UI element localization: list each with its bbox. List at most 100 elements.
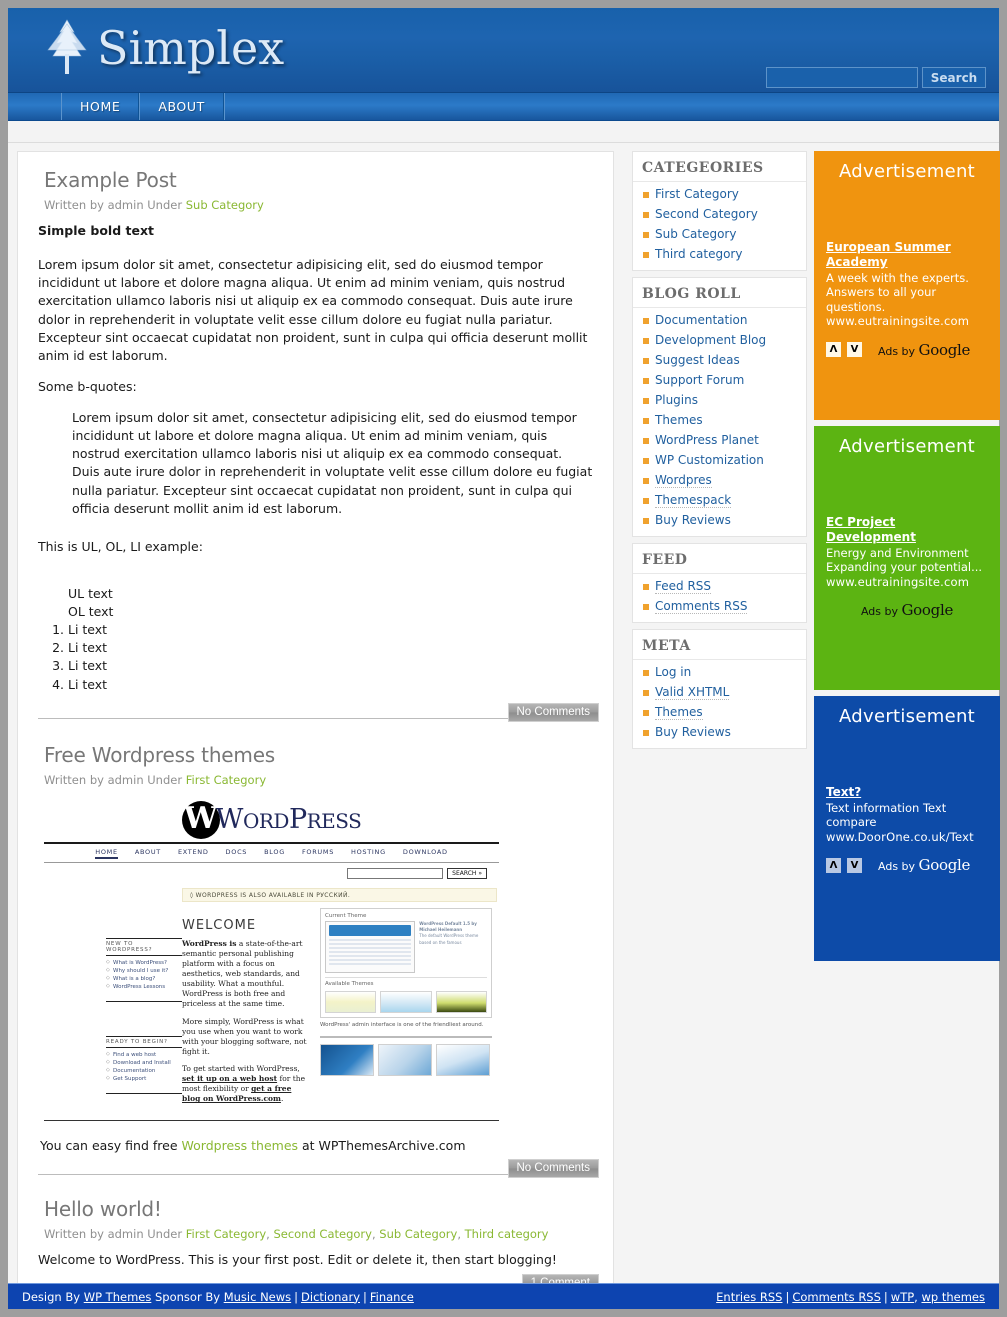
list-item[interactable]: First Category [633,184,806,204]
list-item[interactable]: Wordpres [633,470,806,490]
sidebar-link-support-forum[interactable]: Support Forum [655,373,744,387]
list-item: Get Support [106,1075,182,1083]
list-item[interactable]: Documentation [633,310,806,330]
footer-right: Entries RSS | Comments RSS | wTP, wp themes [716,1289,985,1304]
search-button[interactable]: Search [922,67,986,88]
wp-nav-forums: FORUMS [301,847,335,856]
list-item[interactable]: Development Blog [633,330,806,350]
wp-para3-link1: set it up on a web host [182,1074,278,1084]
list-item[interactable]: Sub Category [633,224,806,244]
arrow-up-icon[interactable]: Λ [826,857,841,873]
list-item[interactable]: Feed RSS [633,576,806,596]
wordpress-themes-link[interactable]: Wordpress themes [182,1138,299,1153]
list-item[interactable]: Valid XHTML [633,682,806,702]
list-item: Documentation [106,1067,182,1075]
arrow-down-icon[interactable]: V [847,857,862,873]
sidebar-link-sub-category[interactable]: Sub Category [655,227,736,241]
ad-title-link[interactable]: European Summer Academy [826,240,988,270]
sidebar-link-comments-rss[interactable]: Comments RSS [655,599,748,614]
list-item[interactable]: Buy Reviews [633,510,806,530]
post-footer: No Comments [38,1158,599,1178]
post-meta: Written by admin Under First Category, S… [44,1226,549,1241]
sidebar-link-feed-rss[interactable]: Feed RSS [655,579,712,594]
wp-nav-hosting: HOSTING [351,847,386,856]
sidebar-link-wordpress-planet[interactable]: WordPress Planet [655,433,759,447]
ad-title-link[interactable]: EC Project Development [826,515,988,545]
list-item[interactable]: Themespack [633,490,806,510]
post-blockquote-text: Lorem ipsum dolor sit amet, consectetur … [72,410,593,516]
site-footer: Design By WP Themes Sponsor By Music New… [8,1283,999,1309]
sidebar-link-documentation[interactable]: Documentation [655,313,748,327]
list-item[interactable]: Suggest Ideas [633,350,806,370]
arrow-up-icon[interactable]: Λ [826,342,841,357]
footer-link-comments-rss[interactable]: Comments RSS [792,1290,881,1304]
wp-search-input [347,867,444,879]
footer-link-wp-themes[interactable]: WP Themes [84,1290,152,1304]
list-item[interactable]: Themes [633,410,806,430]
post-free-wordpress-themes: Free Wordpress themes Written by admin U… [38,743,599,1178]
footer-link-entries-rss[interactable]: Entries RSS [716,1290,782,1304]
sidebar-link-second-category[interactable]: Second Category [655,207,758,221]
sidebar: CATEGEORIES First Category Second Catego… [632,151,807,755]
post-category-link[interactable]: Sub Category [379,1227,457,1241]
sidebar-link-valid-xhtml[interactable]: Valid XHTML [655,685,730,700]
comments-button[interactable]: No Comments [507,702,599,722]
footer-sep: | [883,1289,888,1304]
ad-european-summer-academy[interactable]: Advertisement European Summer Academy A … [814,151,1000,420]
widget-feed: FEED Feed RSS Comments RSS [632,543,807,623]
wp-nav-blog: BLOG [264,847,285,856]
arrow-down-icon[interactable]: V [847,342,862,357]
sidebar-link-suggest-ideas[interactable]: Suggest Ideas [655,353,740,367]
search-input[interactable] [766,67,918,88]
post-category-link[interactable]: Third category [465,1227,549,1241]
list-item[interactable]: WordPress Planet [633,430,806,450]
list-item[interactable]: Third category [633,244,806,264]
search-form[interactable]: Search [766,67,986,88]
post-category-link[interactable]: Sub Category [186,198,264,212]
footer-link-music-news[interactable]: Music News [224,1290,291,1304]
sidebar-link-log-in[interactable]: Log in [655,665,691,679]
post-title: Hello world! [44,1196,162,1221]
list-item[interactable]: Log in [633,662,806,682]
post-category-link[interactable]: First Category [186,1227,266,1241]
list-item[interactable]: WP Customization [633,450,806,470]
sidebar-link-buy-reviews[interactable]: Buy Reviews [655,513,731,527]
list-item[interactable]: Second Category [633,204,806,224]
wp-logo-row: W WORDPRESS [44,799,499,839]
list-item[interactable]: Themes [633,702,806,722]
ad-title-link[interactable]: Text? [826,785,988,800]
sidebar-link-first-category[interactable]: First Category [655,187,739,201]
ad-ec-project-development[interactable]: Advertisement EC Project Development Ene… [814,426,1000,690]
footer-link-finance[interactable]: Finance [370,1290,414,1304]
footer-link-dictionary[interactable]: Dictionary [301,1290,360,1304]
footer-inner: Design By WP Themes Sponsor By Music New… [8,1284,999,1309]
footer-link-wtp[interactable]: wTP [891,1290,914,1304]
list-item[interactable]: Comments RSS [633,596,806,616]
comments-button[interactable]: No Comments [507,1158,599,1178]
footer-link-wp-themes-right[interactable]: wp themes [921,1290,985,1304]
sidebar-link-plugins[interactable]: Plugins [655,393,698,407]
list-item[interactable]: Buy Reviews [633,722,806,742]
sidebar-link-development-blog[interactable]: Development Blog [655,333,766,347]
sidebar-link-themes[interactable]: Themes [655,413,703,427]
ad-label: Advertisement [838,436,976,457]
sidebar-link-wordpres[interactable]: Wordpres [655,473,712,488]
list-item[interactable]: Plugins [633,390,806,410]
post-category-link[interactable]: Second Category [273,1227,372,1241]
sidebar-link-themes-meta[interactable]: Themes [655,705,703,720]
post-category-link[interactable]: First Category [186,773,266,787]
nav-item-about[interactable]: ABOUT [139,93,224,120]
post-unordered-list: UL text OL text [68,585,593,621]
nav-item-home[interactable]: HOME [61,93,140,120]
wp-thumb-title: Current Theme [325,912,367,919]
sidebar-link-themespack[interactable]: Themespack [655,493,732,508]
main-navigation: HOME ABOUT [8,93,999,121]
site-logo-link[interactable]: Simplex [43,18,284,78]
widget-categories: CATEGEORIES First Category Second Catego… [632,151,807,271]
list-item[interactable]: Support Forum [633,370,806,390]
post-meta-prefix: Written by admin Under [44,1226,183,1241]
sidebar-link-third-category[interactable]: Third category [655,247,742,261]
sidebar-link-buy-reviews-meta[interactable]: Buy Reviews [655,725,731,739]
ad-text-doorone[interactable]: Advertisement Text? Text information Tex… [814,696,1000,961]
sidebar-link-wp-customization[interactable]: WP Customization [655,453,764,467]
